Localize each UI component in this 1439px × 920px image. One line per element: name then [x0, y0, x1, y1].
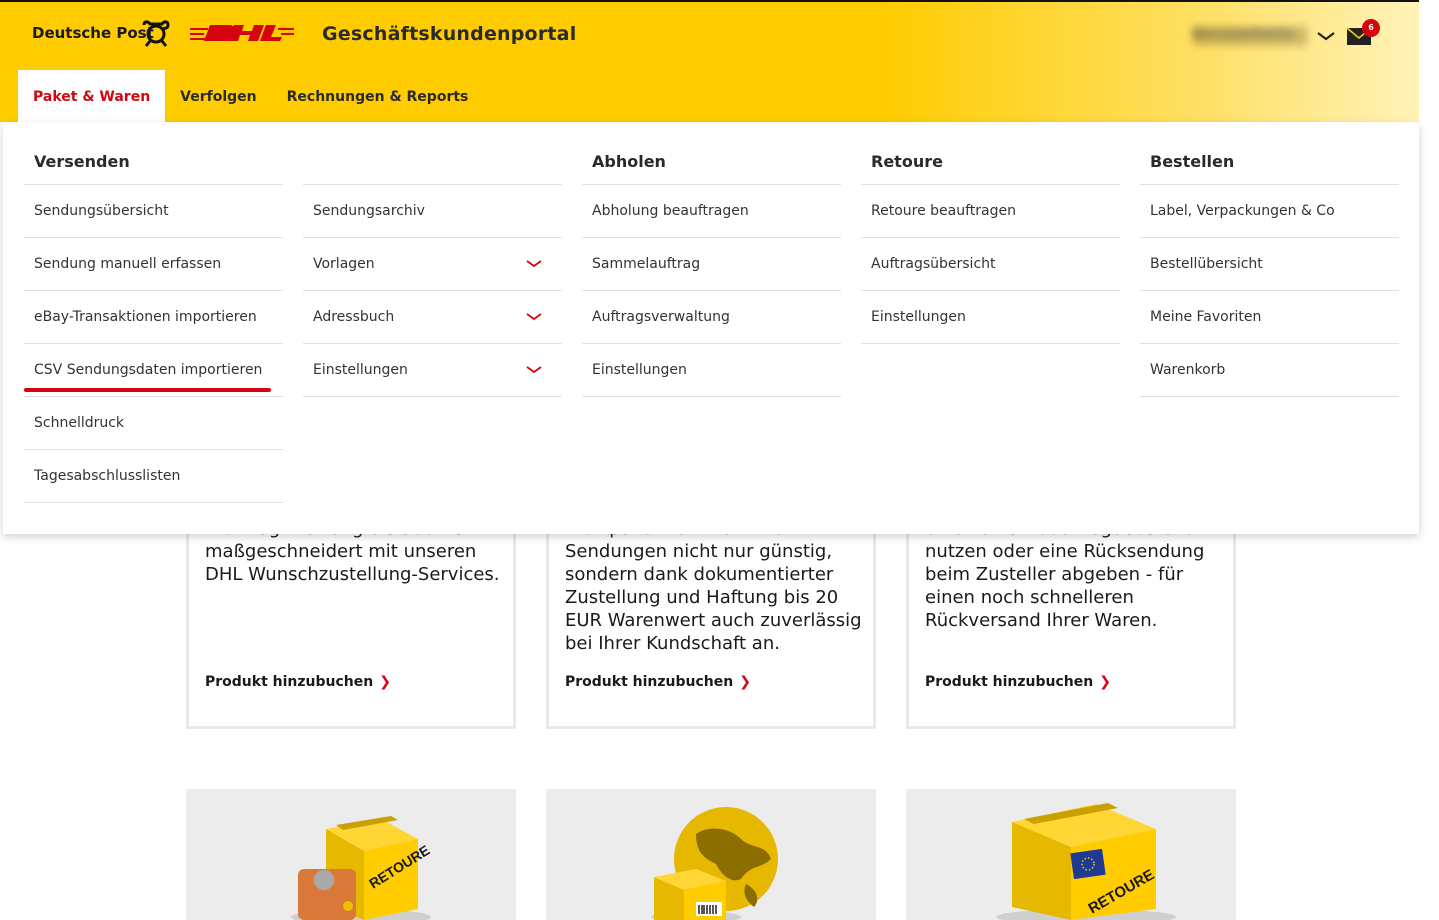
portal-title: Geschäftskundenportal [322, 23, 577, 45]
menu-item-label: Vorlagen [313, 256, 375, 272]
menu-item-retoure-beauftragen[interactable]: Retoure beauftragen [861, 185, 1120, 238]
chevron-down-icon[interactable] [526, 312, 542, 322]
menu-item-label: Einstellungen [313, 362, 408, 378]
menu-item-bestelluebersicht[interactable]: Bestellübersicht [1140, 238, 1399, 291]
menu-heading-retoure: Retoure [861, 144, 1120, 185]
header-bar: Deutsche Post Geschäftskundenportal Benu… [0, 0, 1419, 124]
menu-column-abholen: Abholen Abholung beauftragen Sammelauftr… [582, 144, 841, 397]
menu-item-auftragsuebersicht[interactable]: Auftragsübersicht [861, 238, 1120, 291]
menu-item-csv-import[interactable]: CSV Sendungsdaten importieren [24, 344, 283, 397]
menu-item-abholung-beauftragen[interactable]: Abholung beauftragen [582, 185, 841, 238]
product-tile-international[interactable] [546, 789, 876, 920]
menu-column-versenden: Versenden Sendungsübersicht Sendung manu… [24, 144, 283, 503]
menu-column-versenden-2: Sendungsarchiv Vorlagen Adressbuch Einst… [303, 144, 562, 397]
link-label: Produkt hinzubuchen [205, 674, 374, 690]
user-account-name[interactable]: Benutzerkonto [1192, 26, 1308, 46]
chevron-down-icon[interactable] [526, 259, 542, 269]
mail-count-badge: 6 [1362, 19, 1380, 37]
product-tile-retoure[interactable]: RETOURE [186, 789, 516, 920]
deutsche-post-logo[interactable]: Deutsche Post [32, 24, 154, 42]
tab-paket-waren[interactable]: Paket & Waren [18, 70, 166, 124]
menu-column-retoure: Retoure Retoure beauftragen Auftragsüber… [861, 144, 1120, 344]
link-label: Produkt hinzubuchen [925, 674, 1094, 690]
chevron-down-icon[interactable] [1316, 30, 1336, 42]
chevron-right-icon: ❯ [739, 674, 751, 690]
chevron-right-icon: ❯ [1099, 674, 1111, 690]
menu-item-label: Sendungsarchiv [313, 203, 425, 219]
menu-item-auftragsverwaltung[interactable]: Auftragsverwaltung [582, 291, 841, 344]
mega-menu-dropdown: Versenden Sendungsübersicht Sendung manu… [3, 122, 1419, 534]
menu-item-einstellungen-retoure[interactable]: Einstellungen [861, 291, 1120, 344]
menu-item-vorlagen[interactable]: Vorlagen [303, 238, 562, 291]
menu-item-schnelldruck[interactable]: Schnelldruck [24, 397, 283, 450]
menu-item-einstellungen-versenden[interactable]: Einstellungen [303, 344, 562, 397]
menu-item-sammelauftrag[interactable]: Sammelauftrag [582, 238, 841, 291]
menu-heading-abholen: Abholen [582, 144, 841, 185]
card-description: Kleinpaket kommen Ihre Sendungen nicht n… [565, 518, 862, 654]
retoure-box-wallet-icon: RETOURE [291, 816, 432, 920]
menu-item-sendungsuebersicht[interactable]: Sendungsübersicht [24, 185, 283, 238]
menu-heading-bestellen: Bestellen [1140, 144, 1399, 185]
menu-item-ebay-import[interactable]: eBay-Transaktionen importieren [24, 291, 283, 344]
add-product-link[interactable]: Produkt hinzubuchen ❯ [565, 674, 751, 690]
menu-column-bestellen: Bestellen Label, Verpackungen & Co Beste… [1140, 144, 1399, 397]
eu-retoure-box-icon: RETOURE [996, 803, 1176, 920]
dhl-logo-icon[interactable] [190, 22, 294, 44]
chevron-right-icon: ❯ [379, 674, 391, 690]
menu-item-sendung-manuell-erfassen[interactable]: Sendung manuell erfassen [24, 238, 283, 291]
menu-item-label: Adressbuch [313, 309, 395, 325]
menu-item-meine-favoriten[interactable]: Meine Favoriten [1140, 291, 1399, 344]
menu-item-warenkorb[interactable]: Warenkorb [1140, 344, 1399, 397]
menu-item-adressbuch[interactable]: Adressbuch [303, 291, 562, 344]
tab-rechnungen-reports[interactable]: Rechnungen & Reports [272, 70, 484, 124]
add-product-link[interactable]: Produkt hinzubuchen ❯ [205, 674, 391, 690]
card-description: eine von 32.000 Abgabestellen nutzen ode… [925, 518, 1205, 631]
globe-box-icon [651, 807, 778, 920]
menu-item-einstellungen-abholen[interactable]: Einstellungen [582, 344, 841, 397]
main-navigation: Paket & Waren Verfolgen Rechnungen & Rep… [18, 70, 483, 124]
tab-verfolgen[interactable]: Verfolgen [165, 70, 271, 124]
product-tile-eu-retoure[interactable]: RETOURE [906, 789, 1236, 920]
menu-item-tagesabschlusslisten[interactable]: Tagesabschlusslisten [24, 450, 283, 503]
add-product-link[interactable]: Produkt hinzubuchen ❯ [925, 674, 1111, 690]
menu-heading-empty [303, 144, 562, 185]
menu-heading-versenden: Versenden [24, 144, 283, 185]
menu-item-label-verpackungen[interactable]: Label, Verpackungen & Co [1140, 185, 1399, 238]
menu-item-sendungsarchiv[interactable]: Sendungsarchiv [303, 185, 562, 238]
chevron-down-icon[interactable] [526, 365, 542, 375]
posthorn-icon [142, 20, 170, 47]
link-label: Produkt hinzubuchen [565, 674, 734, 690]
